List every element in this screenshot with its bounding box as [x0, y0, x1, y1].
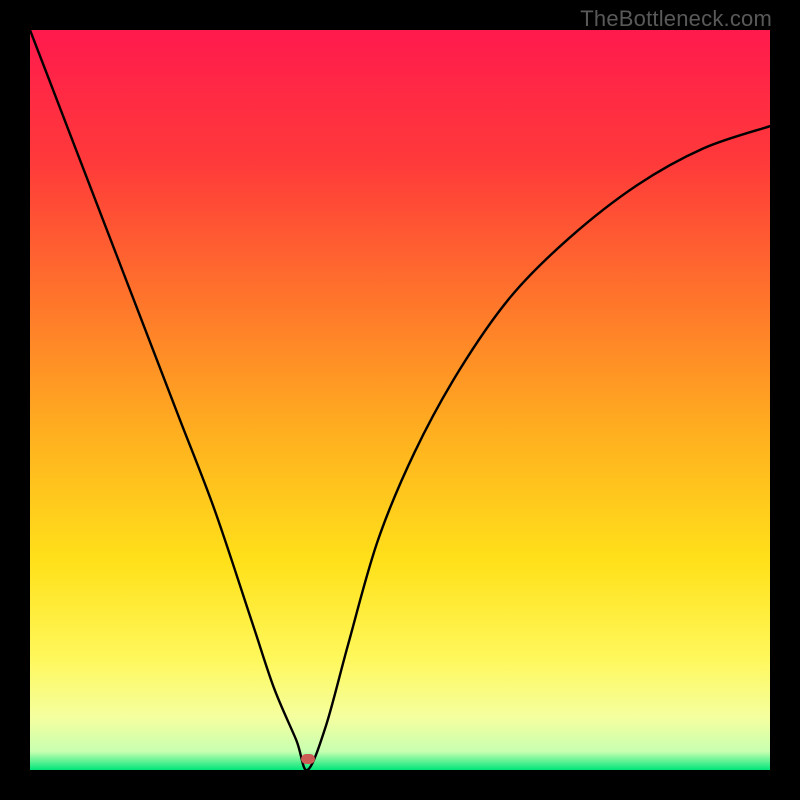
chart-frame: TheBottleneck.com: [0, 0, 800, 800]
watermark-text: TheBottleneck.com: [580, 6, 772, 32]
plot-area: [30, 30, 770, 770]
bottleneck-curve: [30, 30, 770, 770]
optimum-marker: [301, 754, 315, 764]
